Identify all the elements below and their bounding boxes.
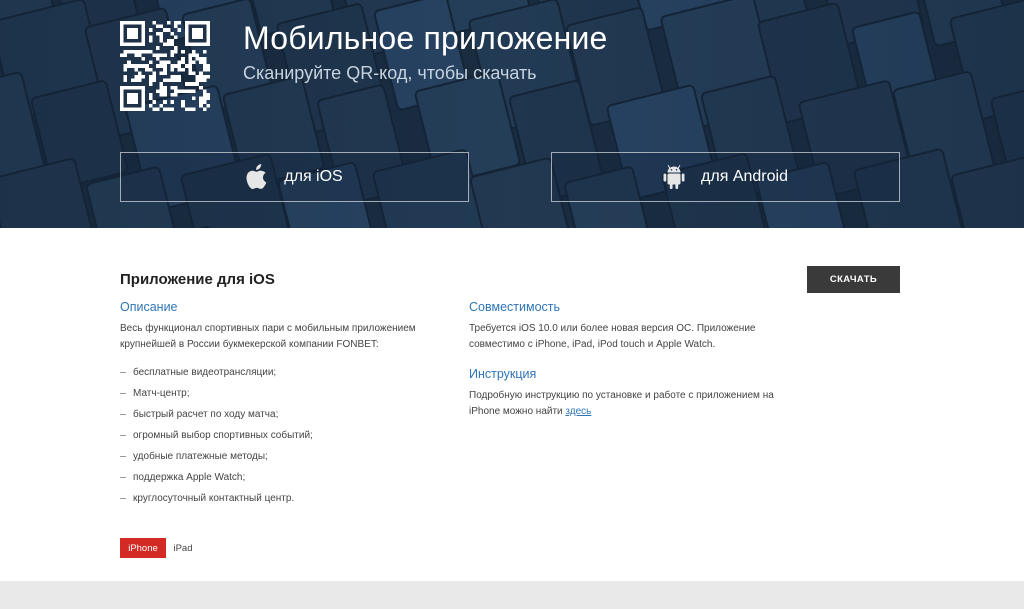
description-text: Весь функционал спортивных пари с мобиль… — [120, 323, 416, 350]
features-list: бесплатные видеотрансляции; Матч-центр; … — [120, 362, 313, 509]
list-item: быстрый расчет по ходу матча; — [120, 404, 313, 425]
qr-code-icon — [120, 21, 210, 111]
list-item: бесплатные видеотрансляции; — [120, 362, 313, 383]
dash-icon — [120, 456, 126, 457]
instructions-body: Подробную инструкцию по установке и рабо… — [469, 390, 774, 417]
apple-icon — [246, 164, 267, 190]
compatibility-text: Требуется iOS 10.0 или более новая верси… — [469, 323, 756, 350]
ios-button-label: для iOS — [284, 168, 343, 185]
instructions-text: Подробную инструкцию по установке и рабо… — [469, 388, 799, 420]
android-download-button[interactable]: для Android — [551, 152, 900, 202]
tab-ipad[interactable]: iPad — [169, 538, 197, 558]
instructions-title: Инструкция — [469, 367, 537, 381]
list-item: Матч-центр; — [120, 383, 313, 404]
dash-icon — [120, 414, 126, 415]
description-title: Описание — [120, 300, 178, 314]
footer-band — [0, 581, 1024, 609]
compatibility-title: Совместимость — [469, 300, 561, 314]
dash-icon — [120, 477, 126, 478]
list-item: круглосуточный контактный центр. — [120, 488, 313, 509]
instructions-link[interactable]: здесь — [565, 406, 591, 417]
tab-iphone[interactable]: iPhone — [120, 538, 166, 558]
ios-download-button[interactable]: для iOS — [120, 152, 469, 202]
android-icon — [663, 164, 685, 189]
hero-title: Мобильное приложение — [243, 20, 608, 56]
dash-icon — [120, 372, 126, 373]
list-item: поддержка Apple Watch; — [120, 467, 313, 488]
list-item: огромный выбор спортивных событий; — [120, 425, 313, 446]
hero-subtitle: Сканируйте QR-код, чтобы скачать — [243, 63, 537, 83]
dash-icon — [120, 435, 126, 436]
download-button[interactable]: СКАЧАТЬ — [807, 266, 900, 293]
list-item: удобные платежные методы; — [120, 446, 313, 467]
content-title: Приложение для iOS — [120, 271, 275, 288]
dash-icon — [120, 393, 126, 394]
android-button-label: для Android — [701, 168, 788, 185]
dash-icon — [120, 498, 126, 499]
hero-banner: Мобильное приложение Сканируйте QR-код, … — [0, 0, 1024, 228]
